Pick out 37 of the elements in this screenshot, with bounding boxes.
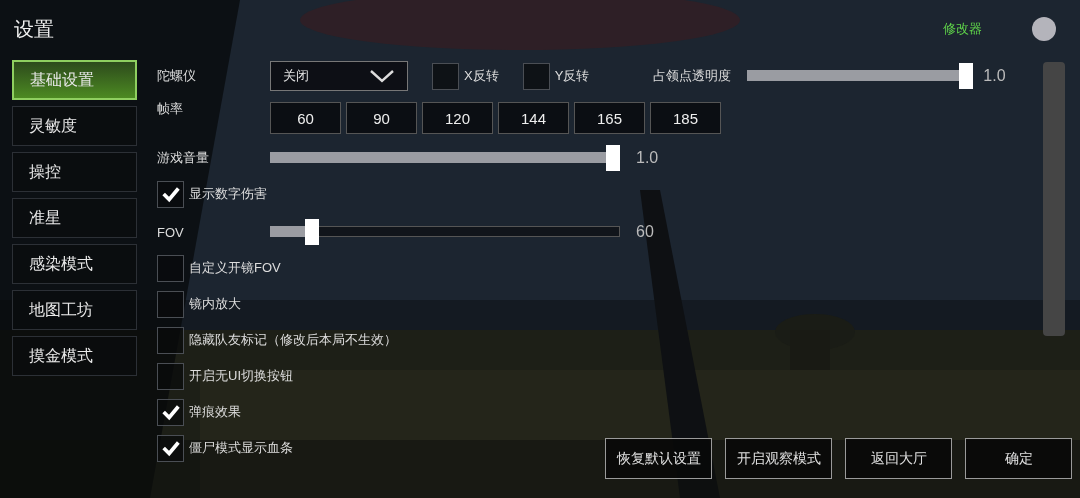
action-button[interactable]: 返回大厅 bbox=[845, 438, 952, 479]
gyro-dropdown[interactable]: 关闭 bbox=[270, 61, 408, 91]
action-button[interactable]: 恢复默认设置 bbox=[605, 438, 712, 479]
checkbox-label: 镜内放大 bbox=[189, 295, 241, 313]
frame-rate-button[interactable]: 60 bbox=[270, 102, 341, 134]
slider-value: 1.0 bbox=[636, 149, 659, 167]
frame-rate-button[interactable]: 165 bbox=[574, 102, 645, 134]
action-button[interactable]: 确定 bbox=[965, 438, 1072, 479]
slider-value: 60 bbox=[636, 223, 654, 241]
sidebar-item[interactable]: 操控 bbox=[12, 152, 137, 192]
setting-label: 帧率 bbox=[157, 100, 184, 118]
checkbox-label: 僵尸模式显示血条 bbox=[189, 439, 293, 457]
action-button[interactable]: 开启观察模式 bbox=[725, 438, 832, 479]
checkbox-label: 自定义开镜FOV bbox=[189, 259, 281, 277]
sidebar-item[interactable]: 灵敏度 bbox=[12, 106, 137, 146]
checkbox-label: Y反转 bbox=[554, 67, 590, 85]
sidebar-item[interactable]: 准星 bbox=[12, 198, 137, 238]
checkbox-label: X反转 bbox=[464, 67, 499, 85]
sidebar-item[interactable]: 地图工坊 bbox=[12, 290, 137, 330]
modifier-label[interactable]: 修改器 bbox=[943, 20, 982, 38]
settings-title: 设置 bbox=[14, 16, 54, 42]
frame-rate-button[interactable]: 144 bbox=[498, 102, 569, 134]
setting-label: 占领点透明度 bbox=[653, 67, 732, 85]
setting-label: 游戏音量 bbox=[157, 149, 210, 167]
checkbox-label: 隐藏队友标记（修改后本局不生效） bbox=[189, 331, 397, 349]
slider-value: 1.0 bbox=[983, 67, 1006, 85]
sidebar-item[interactable]: 摸金模式 bbox=[12, 336, 137, 376]
frame-rate-button[interactable]: 120 bbox=[422, 102, 493, 134]
checkbox-label: 显示数字伤害 bbox=[189, 185, 267, 203]
setting-label: 陀螺仪 bbox=[157, 67, 197, 85]
frame-rate-button[interactable]: 185 bbox=[650, 102, 721, 134]
sidebar-item[interactable]: 基础设置 bbox=[12, 60, 137, 100]
frame-rate-button[interactable]: 90 bbox=[346, 102, 417, 134]
checkbox-label: 开启无UI切换按钮 bbox=[189, 367, 293, 385]
setting-label: FOV bbox=[157, 224, 185, 240]
checkbox-label: 弹痕效果 bbox=[189, 403, 241, 421]
sidebar-item[interactable]: 感染模式 bbox=[12, 244, 137, 284]
